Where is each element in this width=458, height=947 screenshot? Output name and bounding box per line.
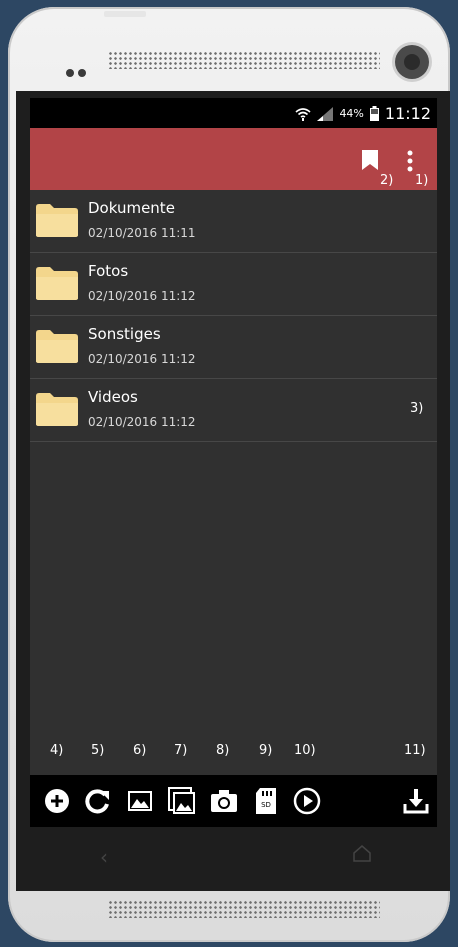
list-item[interactable]: Dokumente 02/10/2016 11:11 [30, 190, 437, 253]
bottom-speaker-grille [108, 900, 380, 918]
item-date: 02/10/2016 11:12 [88, 352, 196, 366]
item-date: 02/10/2016 11:12 [88, 289, 196, 303]
annotation-sd: 9) [259, 743, 273, 758]
folder-icon [36, 267, 78, 300]
folder-icon [36, 393, 78, 426]
annotation-row: 3) [410, 401, 424, 416]
annotation-image: 6) [133, 743, 147, 758]
item-name: Sonstiges [88, 325, 161, 343]
power-button [104, 11, 146, 17]
annotation-download: 11) [404, 743, 426, 758]
signal-icon [317, 106, 334, 121]
app-bar: 2) 1) [30, 128, 437, 190]
item-date: 02/10/2016 11:11 [88, 226, 196, 240]
top-speaker-grille [108, 51, 380, 69]
annotation-overflow: 1) [415, 173, 429, 188]
overflow-menu-icon[interactable] [407, 150, 413, 172]
back-icon[interactable]: ‹ [100, 845, 108, 869]
list-item[interactable]: Sonstiges 02/10/2016 11:12 [30, 316, 437, 379]
svg-text:SD: SD [261, 801, 271, 809]
file-list: Dokumente 02/10/2016 11:11 Fotos 02/10/2… [30, 190, 437, 442]
play-icon[interactable] [293, 787, 321, 815]
camera-icon[interactable] [210, 787, 238, 815]
list-item[interactable]: Fotos 02/10/2016 11:12 [30, 253, 437, 316]
screen: 44% 11:12 2) 1) Dokumente 02/10/2016 11:… [30, 98, 437, 827]
annotation-add: 4) [50, 743, 64, 758]
annotation-bookmark: 2) [380, 173, 394, 188]
list-item[interactable]: Videos 02/10/2016 11:12 3) [30, 379, 437, 442]
annotation-camera: 8) [216, 743, 230, 758]
battery-icon [369, 106, 379, 121]
clock: 11:12 [384, 104, 431, 123]
add-icon[interactable] [43, 787, 71, 815]
item-date: 02/10/2016 11:12 [88, 415, 196, 429]
bottom-toolbar: SD [30, 775, 437, 827]
front-camera [395, 45, 429, 79]
sensor-dots [66, 62, 90, 81]
refresh-icon[interactable] [84, 787, 112, 815]
annotation-play: 10) [294, 743, 316, 758]
annotation-gallery: 7) [174, 743, 188, 758]
gallery-icon[interactable] [168, 787, 196, 815]
item-name: Videos [88, 388, 138, 406]
status-bar: 44% 11:12 [30, 98, 437, 128]
annotation-refresh: 5) [91, 743, 105, 758]
image-icon[interactable] [126, 787, 154, 815]
bookmark-icon[interactable] [361, 150, 379, 170]
item-name: Fotos [88, 262, 129, 280]
home-icon[interactable] [353, 844, 371, 862]
sd-card-icon[interactable]: SD [252, 787, 280, 815]
battery-percentage: 44% [339, 107, 364, 120]
wifi-icon [295, 107, 311, 121]
download-icon[interactable] [402, 787, 430, 815]
folder-icon [36, 330, 78, 363]
navigation-bar: ‹ [8, 830, 442, 884]
folder-icon [36, 204, 78, 237]
item-name: Dokumente [88, 199, 175, 217]
